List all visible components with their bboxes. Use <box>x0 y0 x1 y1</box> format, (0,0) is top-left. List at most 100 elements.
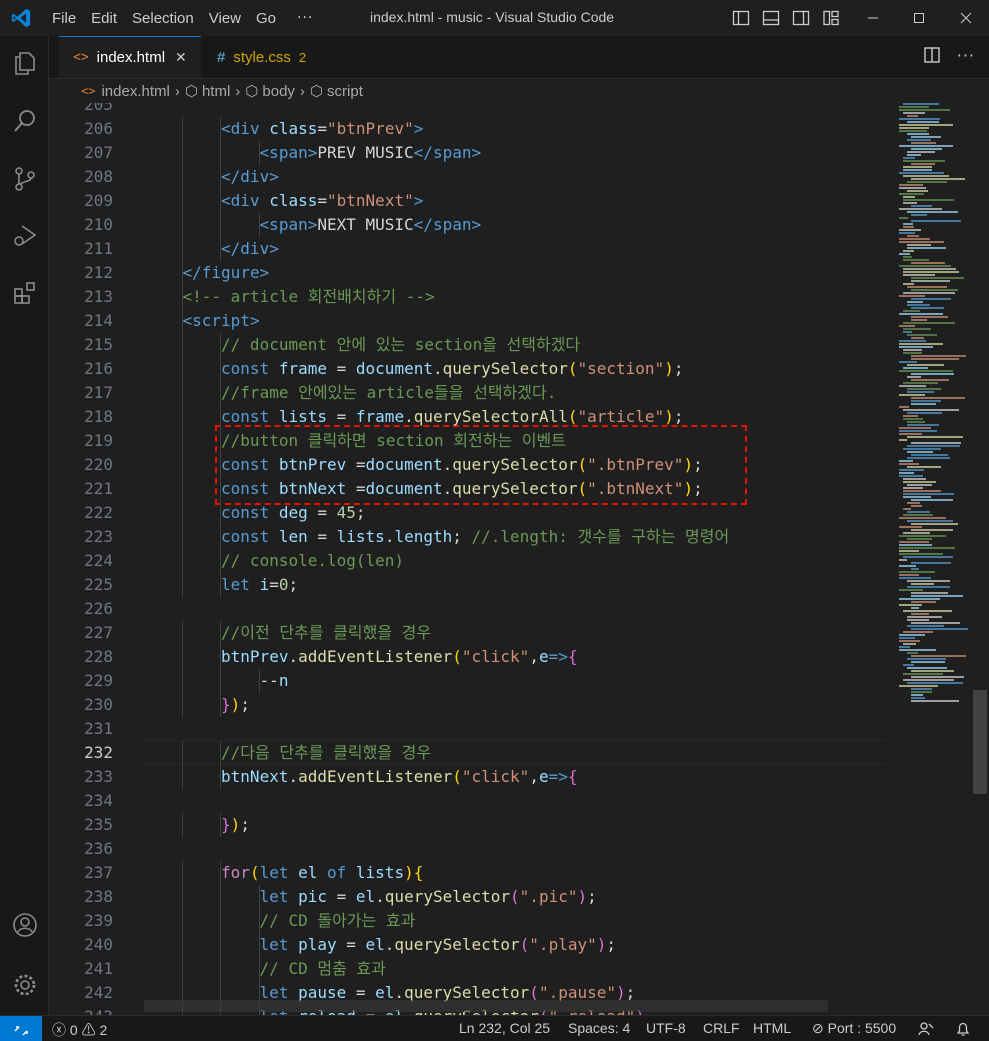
live-server-port[interactable]: ⊘ Port : 5500 <box>812 1020 896 1037</box>
horizontal-scrollbar[interactable] <box>144 1000 828 1012</box>
code-line[interactable]: 223 const len = lists.length; //.length: … <box>49 525 889 549</box>
code-line[interactable]: 215 // document 안에 있는 section을 선택하겠다 <box>49 333 889 357</box>
remote-indicator[interactable] <box>0 1016 42 1041</box>
line-number: 233 <box>84 767 113 786</box>
minimap-line <box>911 163 935 165</box>
close-icon[interactable]: ✕ <box>175 49 187 66</box>
encoding[interactable]: UTF-8 <box>646 1020 686 1036</box>
code-line[interactable]: 220 const btnPrev =document.querySelector… <box>49 453 889 477</box>
code-line[interactable]: 214 <script> <box>49 309 889 333</box>
code-line[interactable]: 232 //다음 단추를 클릭했을 경우 <box>49 741 889 765</box>
code-line[interactable]: 233 btnNext.addEventListener("click",e=>{ <box>49 765 889 789</box>
menu-go[interactable]: Go <box>250 10 285 27</box>
code-line[interactable]: 234 <box>49 789 889 813</box>
explorer-icon[interactable] <box>12 50 38 76</box>
notifications-bell-icon[interactable] <box>955 1021 971 1037</box>
menu-edit[interactable]: Edit <box>85 10 126 27</box>
code-line[interactable]: 221 const btnNext =document.querySelector… <box>49 477 889 501</box>
breadcrumb-item-script[interactable]: script <box>327 83 363 100</box>
search-icon[interactable] <box>12 108 38 134</box>
code-line[interactable]: 224 // console.log(len) <box>49 549 889 573</box>
minimap[interactable] <box>895 103 975 703</box>
indent-guide <box>220 909 222 933</box>
menu-more[interactable]: ··· <box>285 10 325 26</box>
code-token: querySelector <box>452 455 578 474</box>
code-editor[interactable]: 205 206 <div class="btnPrev"> 207 <span>PREV… <box>49 103 987 1015</box>
customize-layout-icon[interactable] <box>822 9 840 27</box>
code-token: ; <box>673 407 684 426</box>
code-line[interactable]: 237 for(let el of lists){ <box>49 861 889 885</box>
account-icon[interactable] <box>12 912 38 938</box>
close-window-button[interactable] <box>943 0 989 36</box>
code-line[interactable]: 210 <span>NEXT MUSIC</span> <box>49 213 889 237</box>
code-line[interactable]: 219 //button 클릭하면 section 회전하는 이벤트 <box>49 429 889 453</box>
code-text: --n <box>260 669 289 693</box>
minimap-line <box>903 331 912 333</box>
accounts-share-icon[interactable] <box>918 1021 934 1037</box>
code-line[interactable]: 206 <div class="btnPrev"> <box>49 117 889 141</box>
toggle-secondary-sidebar-icon[interactable] <box>792 9 810 27</box>
code-line[interactable]: 209 <div class="btnNext"> <box>49 189 889 213</box>
code-line[interactable]: 241 // CD 멈춤 효과 <box>49 957 889 981</box>
minimap-line <box>903 310 920 312</box>
code-line[interactable]: 236 <box>49 837 889 861</box>
breadcrumb-item-html[interactable]: html <box>202 83 230 100</box>
minimap-line <box>907 586 950 588</box>
code-line[interactable]: 239 // CD 돌아가는 효과 <box>49 909 889 933</box>
code-line[interactable]: 213 <!-- article 회전배치하기 --> <box>49 285 889 309</box>
code-line[interactable]: 230}); <box>49 693 889 717</box>
code-line[interactable]: 212 </figure> <box>49 261 889 285</box>
code-line[interactable]: 207 <span>PREV MUSIC</span> <box>49 141 889 165</box>
code-line[interactable]: 205 <box>49 103 889 117</box>
code-line[interactable]: 211 </div> <box>49 237 889 261</box>
menu-file[interactable]: File <box>46 10 85 27</box>
end-of-line[interactable]: CRLF <box>703 1020 740 1036</box>
maximize-button[interactable] <box>896 0 942 36</box>
code-line[interactable]: 229 --n <box>49 669 889 693</box>
tab-style-css[interactable]: # style.css 2 <box>203 36 383 78</box>
menu-selection[interactable]: Selection <box>126 10 203 27</box>
indent-guide <box>181 405 183 429</box>
tab-index-html[interactable]: <> index.html ✕ <box>59 36 201 78</box>
minimap-line <box>903 103 939 105</box>
code-line[interactable]: 222 const deg = 45; <box>49 501 889 525</box>
minimap-line <box>899 649 936 651</box>
vscode-logo-icon[interactable] <box>10 7 32 29</box>
cursor-position[interactable]: Ln 232, Col 25 <box>459 1020 550 1036</box>
breadcrumb-item-file[interactable]: index.html <box>101 83 169 100</box>
code-line[interactable]: 231 <box>49 717 889 741</box>
minimap-line <box>911 205 932 207</box>
more-actions-icon[interactable]: ··· <box>957 46 975 65</box>
code-line[interactable]: 240 let play = el.querySelector(".play"); <box>49 933 889 957</box>
split-editor-icon[interactable] <box>923 46 941 64</box>
settings-gear-icon[interactable] <box>12 972 38 998</box>
indentation[interactable]: Spaces: 4 <box>568 1020 630 1036</box>
indent-guide <box>220 453 222 477</box>
code-line[interactable]: 226 <box>49 597 889 621</box>
code-line[interactable]: 225 let i=0; <box>49 573 889 597</box>
run-debug-icon[interactable] <box>12 222 38 248</box>
toggle-panel-icon[interactable] <box>762 9 780 27</box>
code-line[interactable]: 235}); <box>49 813 889 837</box>
language-mode[interactable]: HTML <box>753 1020 791 1036</box>
toggle-primary-sidebar-icon[interactable] <box>732 9 750 27</box>
menu-view[interactable]: View <box>203 10 250 27</box>
minimap-line <box>899 598 940 600</box>
vertical-scrollbar-thumb[interactable] <box>973 690 987 794</box>
code-line[interactable]: 218 const lists = frame.querySelectorAll(… <box>49 405 889 429</box>
source-control-icon[interactable] <box>12 166 38 192</box>
code-line[interactable]: 238 let pic = el.querySelector(".pic"); <box>49 885 889 909</box>
code-line[interactable]: 216 const frame = document.querySelector(… <box>49 357 889 381</box>
breadcrumb-item-body[interactable]: body <box>262 83 295 100</box>
minimize-button[interactable] <box>850 0 896 36</box>
minimap-line <box>903 664 914 666</box>
problems-indicator[interactable]: ⓧ 0 ⚠ 2 <box>52 1020 107 1040</box>
extensions-icon[interactable] <box>12 280 38 306</box>
code-line[interactable]: 217 //frame 안에있는 article들을 선택하겠다. <box>49 381 889 405</box>
code-line[interactable]: 228 btnPrev.addEventListener("click",e=>{ <box>49 645 889 669</box>
minimap-line <box>903 223 913 225</box>
code-line[interactable]: 227 //이전 단추를 클릭했을 경우 <box>49 621 889 645</box>
indent-guide <box>181 501 183 525</box>
code-line[interactable]: 208 </div> <box>49 165 889 189</box>
code-token: ( <box>510 887 520 906</box>
